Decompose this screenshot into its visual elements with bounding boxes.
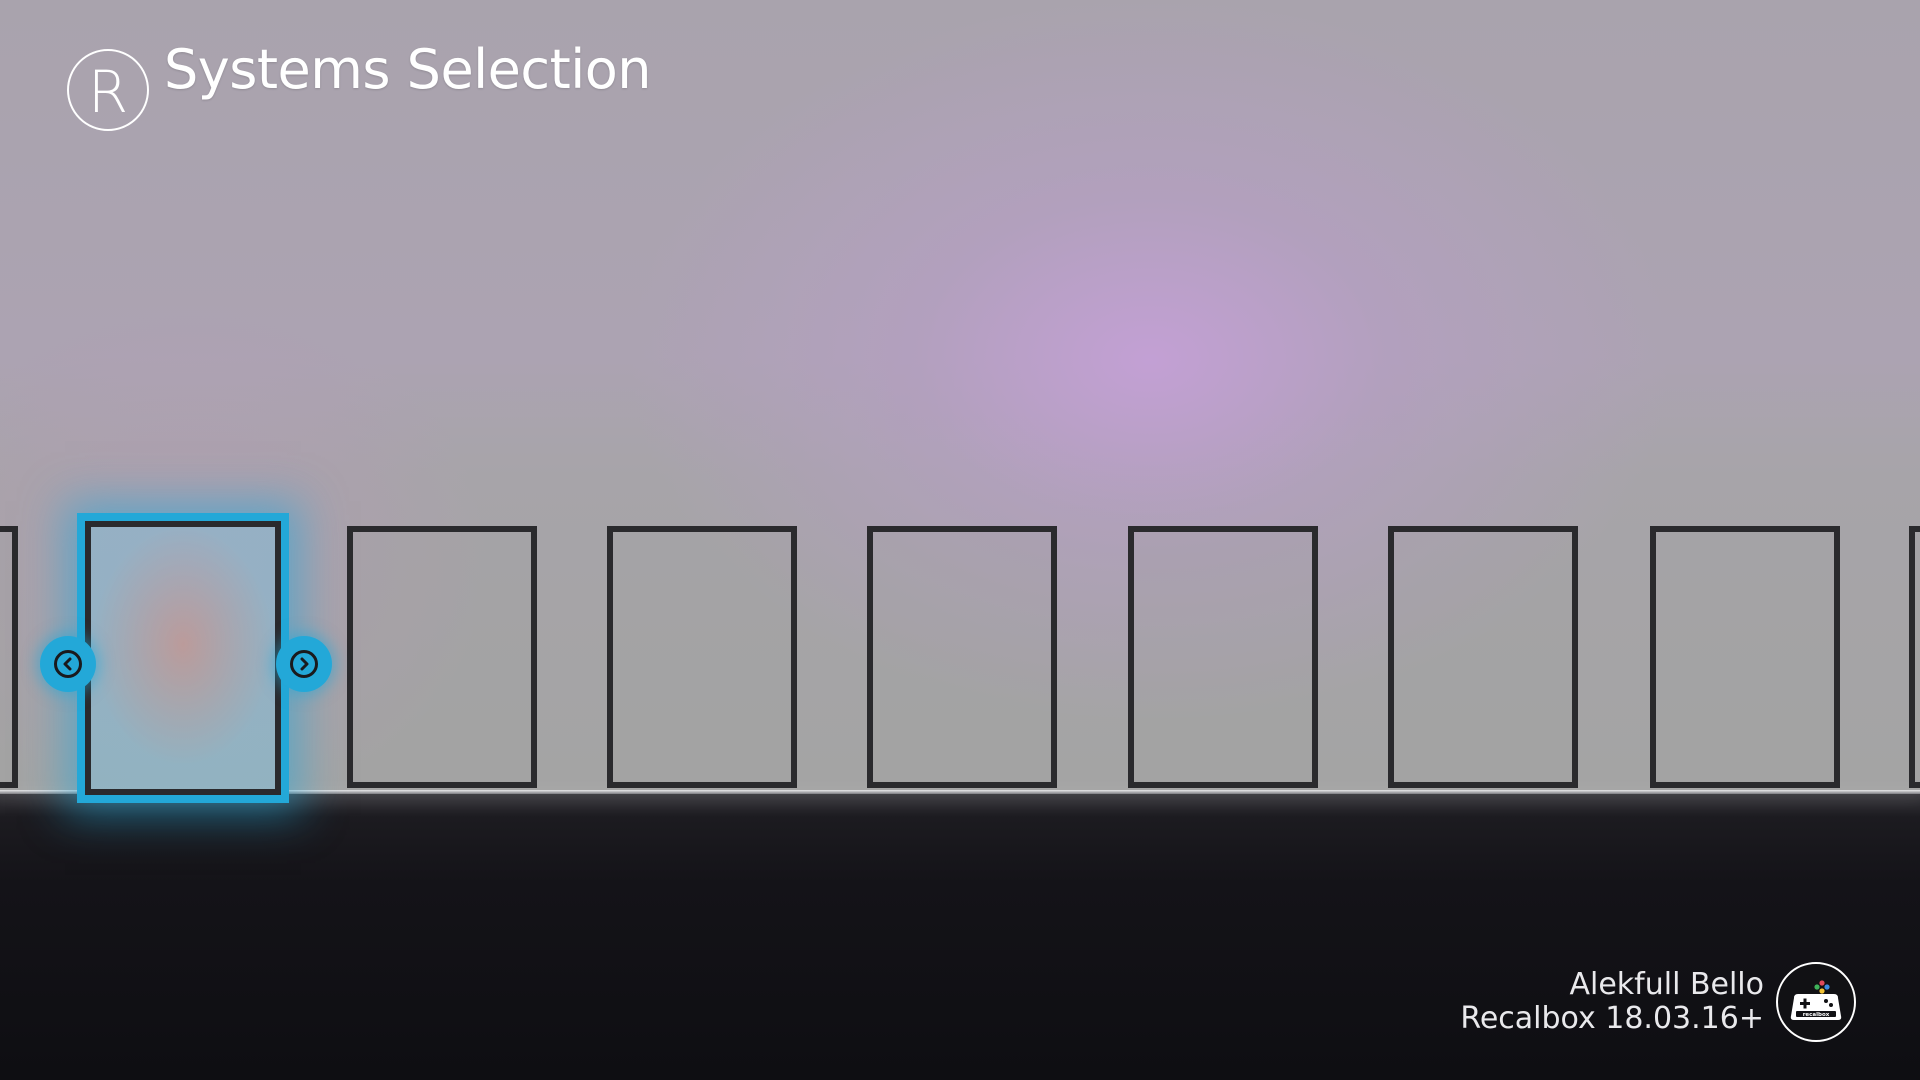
theme-info: Alekfull Bello Recalbox 18.03.16+ xyxy=(1460,968,1764,1036)
version-label: Recalbox 18.03.16+ xyxy=(1460,1001,1764,1036)
background-floor xyxy=(0,793,1920,1080)
system-tile[interactable] xyxy=(867,526,1057,788)
chevron-left-icon xyxy=(54,650,82,678)
system-tile[interactable] xyxy=(1128,526,1318,788)
previous-system-button[interactable] xyxy=(40,636,96,692)
system-tile-selected[interactable] xyxy=(77,513,289,803)
systems-selection-screen: R Systems Selection Alekfull Bello Recal… xyxy=(0,0,1920,1080)
recalbox-r-logo: R xyxy=(67,49,149,131)
system-tile[interactable] xyxy=(347,526,537,788)
recalbox-gamepad-icon: recalbox xyxy=(1776,962,1856,1042)
system-tile[interactable] xyxy=(1650,526,1840,788)
svg-text:recalbox: recalbox xyxy=(1803,1012,1830,1018)
system-tile[interactable] xyxy=(607,526,797,788)
system-tile[interactable] xyxy=(1388,526,1578,788)
system-tile[interactable] xyxy=(1909,526,1920,788)
next-system-button[interactable] xyxy=(276,636,332,692)
theme-name: Alekfull Bello xyxy=(1569,967,1764,1002)
system-tile[interactable] xyxy=(0,526,18,788)
chevron-right-icon xyxy=(290,650,318,678)
page-title: Systems Selection xyxy=(164,38,652,101)
logo-letter: R xyxy=(87,58,129,126)
